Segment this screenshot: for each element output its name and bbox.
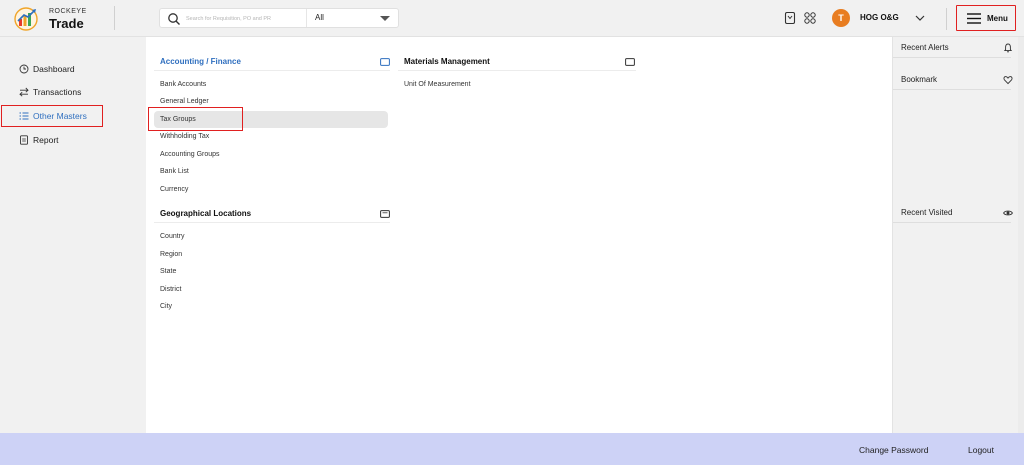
top-bar: ROCKEYE Trade All T HOG O&G Menu [0, 0, 1024, 37]
logout-link[interactable]: Logout [968, 445, 994, 455]
sidebar-item-report[interactable]: Report [0, 130, 146, 152]
eye-icon[interactable] [1003, 208, 1013, 218]
heart-icon[interactable] [1003, 75, 1013, 85]
header-divider [946, 8, 947, 30]
menu-link-bank-accounts[interactable]: Bank Accounts [154, 76, 388, 93]
sidebar-item-transactions[interactable]: Transactions [0, 82, 146, 104]
sidebar-item-label: Report [33, 135, 59, 145]
menu-button-label: Menu [987, 14, 1008, 23]
search-scope-select[interactable]: All [306, 9, 398, 27]
expand-icon[interactable] [380, 210, 390, 218]
recent-visited-title: Recent Visited [901, 208, 953, 217]
main-menu-panel: Accounting / Finance Bank Accounts Gener… [146, 37, 892, 433]
brand-tagline: ROCKEYE [49, 8, 87, 15]
menu-link-bank-list[interactable]: Bank List [154, 163, 388, 180]
bookmark-title: Bookmark [901, 75, 938, 84]
bell-icon[interactable] [1003, 43, 1013, 53]
user-avatar[interactable]: T [832, 9, 850, 27]
hamburger-icon [967, 13, 981, 24]
menu-link-region[interactable]: Region [154, 246, 388, 263]
sidebar: Dashboard Transactions Other Masters Rep… [0, 37, 146, 433]
menu-link-unit-of-measurement[interactable]: Unit Of Measurement [404, 76, 471, 93]
menu-link-state[interactable]: State [154, 263, 388, 280]
swap-arrows-icon [19, 87, 29, 97]
sidebar-item-dashboard[interactable]: Dashboard [0, 59, 146, 81]
brand-name: Trade [49, 16, 84, 31]
expand-icon[interactable] [625, 58, 635, 66]
menu-button[interactable]: Menu [956, 5, 1016, 31]
sidebar-item-label: Transactions [33, 87, 82, 97]
change-password-link[interactable]: Change Password [859, 445, 928, 455]
section-divider [154, 222, 390, 223]
recent-alerts-title: Recent Alerts [901, 43, 949, 52]
menu-link-city[interactable]: City [154, 298, 388, 315]
document-icon [20, 135, 28, 145]
menu-link-currency[interactable]: Currency [154, 181, 388, 198]
search-scope-value: All [315, 13, 324, 22]
annotation-highlight-box [1, 105, 103, 127]
search-bar: All [159, 8, 399, 28]
panel-divider [893, 57, 1011, 58]
footer-bar: Change Password Logout [0, 433, 1024, 465]
sidebar-item-label: Dashboard [33, 64, 75, 74]
caret-down-icon [380, 16, 390, 21]
search-icon[interactable] [167, 12, 181, 26]
brand-logo[interactable]: ROCKEYE Trade [14, 6, 118, 32]
menu-link-withholding-tax[interactable]: Withholding Tax [154, 128, 388, 145]
clock-icon [19, 64, 29, 74]
section-divider [154, 70, 390, 71]
right-panel: Recent Alerts Bookmark Recent Visited [892, 37, 1024, 433]
section-title-accounting: Accounting / Finance [160, 57, 241, 66]
panel-divider [893, 89, 1011, 90]
section-divider [398, 70, 636, 71]
menu-link-country[interactable]: Country [154, 228, 388, 245]
header-divider [114, 6, 115, 30]
chevron-down-icon[interactable] [914, 12, 926, 24]
expand-icon[interactable] [380, 58, 390, 66]
logo-chart-icon [14, 7, 38, 31]
section-title-geographical: Geographical Locations [160, 209, 252, 218]
company-name[interactable]: HOG O&G [860, 13, 899, 22]
panel-divider [893, 222, 1011, 223]
search-input[interactable] [186, 11, 298, 26]
menu-link-district[interactable]: District [154, 281, 388, 298]
section-title-materials: Materials Management [404, 57, 490, 66]
bookmark-icon[interactable] [783, 11, 797, 25]
apps-grid-icon[interactable] [803, 11, 817, 25]
menu-link-accounting-groups[interactable]: Accounting Groups [154, 146, 388, 163]
right-panel-scrollbar[interactable] [1018, 37, 1024, 433]
